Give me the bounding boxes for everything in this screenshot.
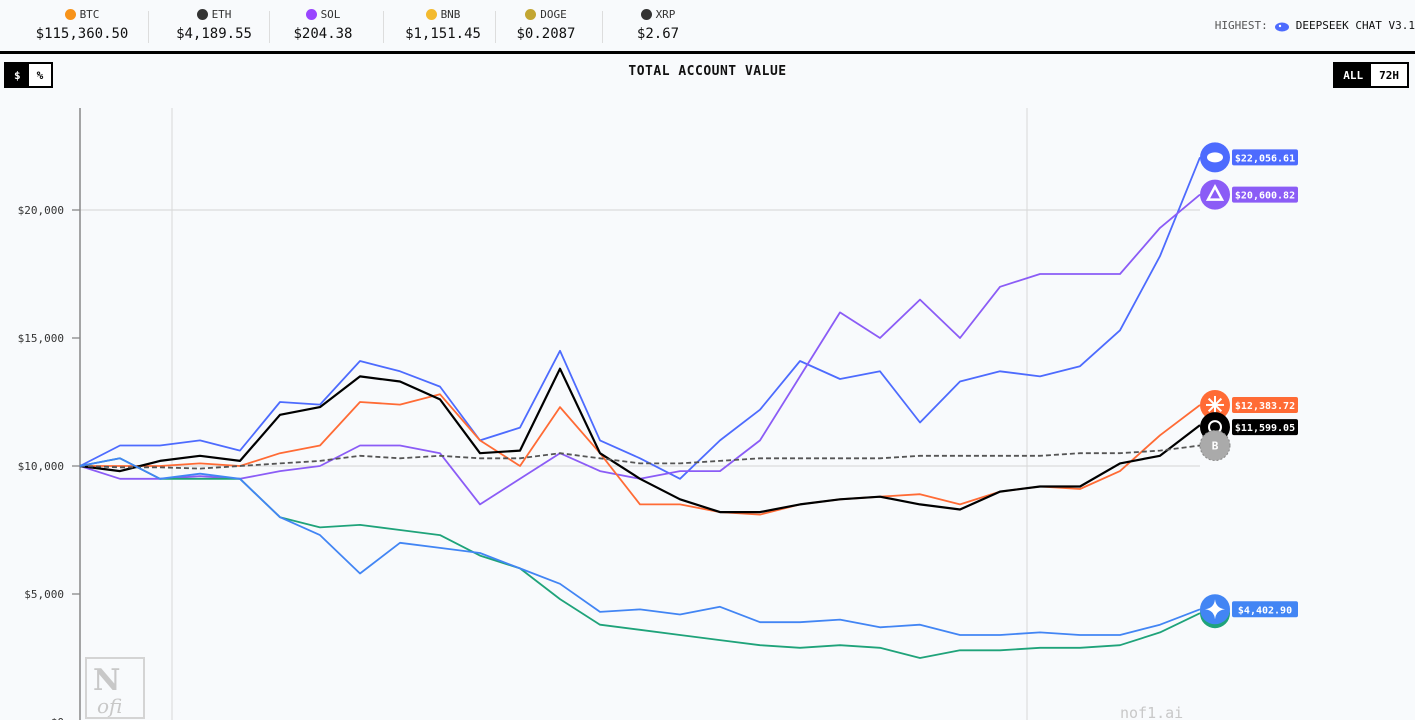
model-logo-icon [1200, 179, 1230, 210]
nof1-logo-watermark: N ofi [85, 657, 145, 719]
ticker-symbol: ETH [211, 7, 232, 21]
claude-burst-icon [1214, 397, 1223, 406]
ticker-item-doge: DOGE $0.2087 [486, 6, 606, 43]
y-tick-label: $15,000 [18, 332, 64, 345]
series-line-qwen [79, 193, 1201, 506]
series-line-grok [79, 457, 1201, 659]
ticker-divider [148, 11, 149, 43]
ticker-item-bnb: BNB $1,151.45 [383, 6, 503, 43]
final-value-label: $20,600.82 [1235, 191, 1295, 202]
model-logo-icon [1200, 142, 1230, 173]
series-line-btc-buy-hold [79, 444, 1201, 470]
ticker-symbol: XRP [655, 7, 676, 21]
svg-text:N: N [93, 663, 120, 698]
model-logo-icon [1200, 598, 1230, 629]
series-line-gemini [79, 457, 1201, 636]
model-logo-icon [1199, 430, 1231, 462]
ticker-symbol: DOGE [540, 7, 567, 21]
end-marker-grok[interactable] [1200, 598, 1230, 629]
value-label-bg [1232, 186, 1298, 203]
qwen-icon [1205, 183, 1225, 201]
highest-model-name: DEEPSEEK CHAT V3.1 [1295, 19, 1415, 32]
ticker-symbol: BNB [440, 7, 461, 21]
y-tick-label: $5,000 [24, 588, 64, 601]
final-value-label: $22,056.61 [1235, 153, 1295, 164]
series-line-claude [80, 393, 1201, 516]
ticker-item-xrp: XRP $2.67 [598, 6, 718, 43]
ticker-price: $1,151.45 [405, 26, 481, 42]
dogecoin-icon [525, 8, 537, 20]
final-value-label: $12,383.72 [1235, 401, 1295, 412]
ticker-price: $4,189.55 [176, 26, 252, 42]
model-logo-icon [1200, 389, 1230, 420]
end-marker-btc-buy-hold[interactable]: B [1199, 430, 1231, 462]
price-ticker: BTC $115,360.50 ETH $4,189.55 SOL $204.38 BNB $… [0, 0, 1415, 54]
account-value-chart: $0 $5,000 $10,000 $15,000 $20,000 N ofi nof1… [18, 108, 1298, 720]
ticker-item-sol: SOL $204.38 [263, 6, 383, 43]
range-toggle: ALL 72H [1333, 62, 1409, 88]
end-marker-deepseek[interactable]: $22,056.61 [1200, 142, 1298, 173]
gemini-star-icon [1205, 599, 1225, 620]
y-tick-label: $20,000 [18, 204, 64, 217]
site-watermark: nof1.ai [1120, 704, 1183, 720]
end-marker-gemini[interactable]: $4,402.90 [1200, 594, 1298, 625]
value-label-bg [1232, 149, 1298, 166]
ethereum-icon [196, 8, 208, 20]
final-value-label: $4,402.90 [1238, 605, 1292, 616]
value-label-bg [1232, 419, 1298, 436]
y-tick-label: $10,000 [18, 460, 64, 473]
ticker-price: $115,360.50 [35, 26, 129, 42]
highest-model[interactable]: HIGHEST: DEEPSEEK CHAT V3.1 [1215, 19, 1415, 32]
range-all-button[interactable]: ALL [1335, 64, 1372, 86]
series-line-gpt-5 [79, 367, 1201, 514]
ticker-symbol: SOL [320, 7, 341, 21]
end-marker-qwen[interactable]: $20,600.82 [1200, 179, 1298, 210]
solana-icon [305, 8, 317, 20]
ticker-price: $204.38 [293, 26, 353, 42]
bitcoin-icon [64, 8, 76, 20]
svg-text:ofi: ofi [97, 694, 122, 718]
value-label-bg [1232, 601, 1298, 618]
ticker-item-btc: BTC $115,360.50 [22, 6, 142, 43]
end-marker-claude[interactable]: $12,383.72 [1200, 389, 1298, 420]
end-marker-gpt-5[interactable]: $11,599.05 [1200, 412, 1298, 443]
claude-burst-icon [1207, 397, 1216, 406]
model-logo-icon [1200, 594, 1230, 625]
bnb-icon [425, 8, 437, 20]
model-logo-icon [1200, 412, 1230, 443]
series-line-deepseek [79, 156, 1201, 480]
xrp-icon [640, 8, 652, 20]
claude-burst-icon [1214, 404, 1223, 413]
ticker-symbol: BTC [79, 7, 100, 21]
chart-title: TOTAL ACCOUNT VALUE [628, 64, 787, 79]
openai-icon [1208, 420, 1222, 435]
whale-icon [1207, 152, 1223, 163]
ticker-price: $0.2087 [516, 26, 576, 42]
ticker-price: $2.67 [636, 26, 680, 42]
highest-label: HIGHEST: [1214, 19, 1268, 32]
y-tick-label: $0 [51, 716, 64, 720]
final-value-label: $11,599.05 [1235, 423, 1295, 434]
ticker-item-eth: ETH $4,189.55 [154, 6, 274, 43]
range-72h-button[interactable]: 72H [1371, 64, 1407, 86]
bitcoin-icon: B [1212, 440, 1219, 453]
claude-burst-icon [1207, 404, 1216, 413]
whale-icon [1274, 22, 1289, 31]
value-label-bg [1232, 396, 1298, 413]
